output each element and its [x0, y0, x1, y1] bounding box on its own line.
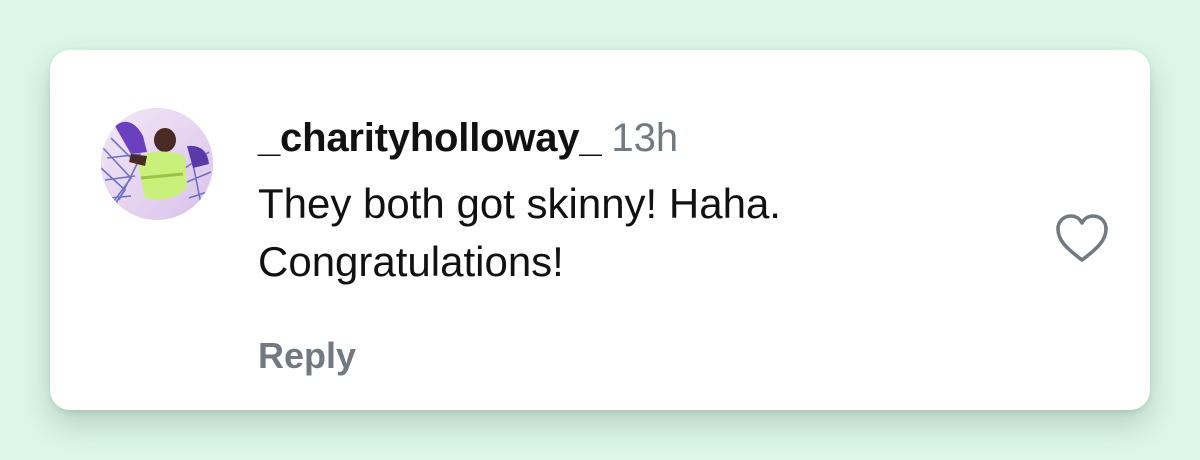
- comment-text: They both got skinny! Haha. Congratulati…: [258, 180, 781, 285]
- avatar-image: [101, 108, 213, 220]
- comment-header: _charityholloway_ 13h: [258, 112, 1018, 173]
- timestamp[interactable]: 13h: [611, 116, 678, 160]
- username-link[interactable]: _charityholloway_: [258, 116, 602, 160]
- comment-body: _charityholloway_ 13h They both got skinn…: [258, 112, 1018, 291]
- avatar[interactable]: [101, 108, 213, 220]
- comment-card: _charityholloway_ 13h They both got skinn…: [50, 50, 1150, 410]
- heart-outline-icon: [1056, 214, 1108, 262]
- like-button[interactable]: [1052, 210, 1112, 266]
- reply-button[interactable]: Reply: [258, 332, 356, 380]
